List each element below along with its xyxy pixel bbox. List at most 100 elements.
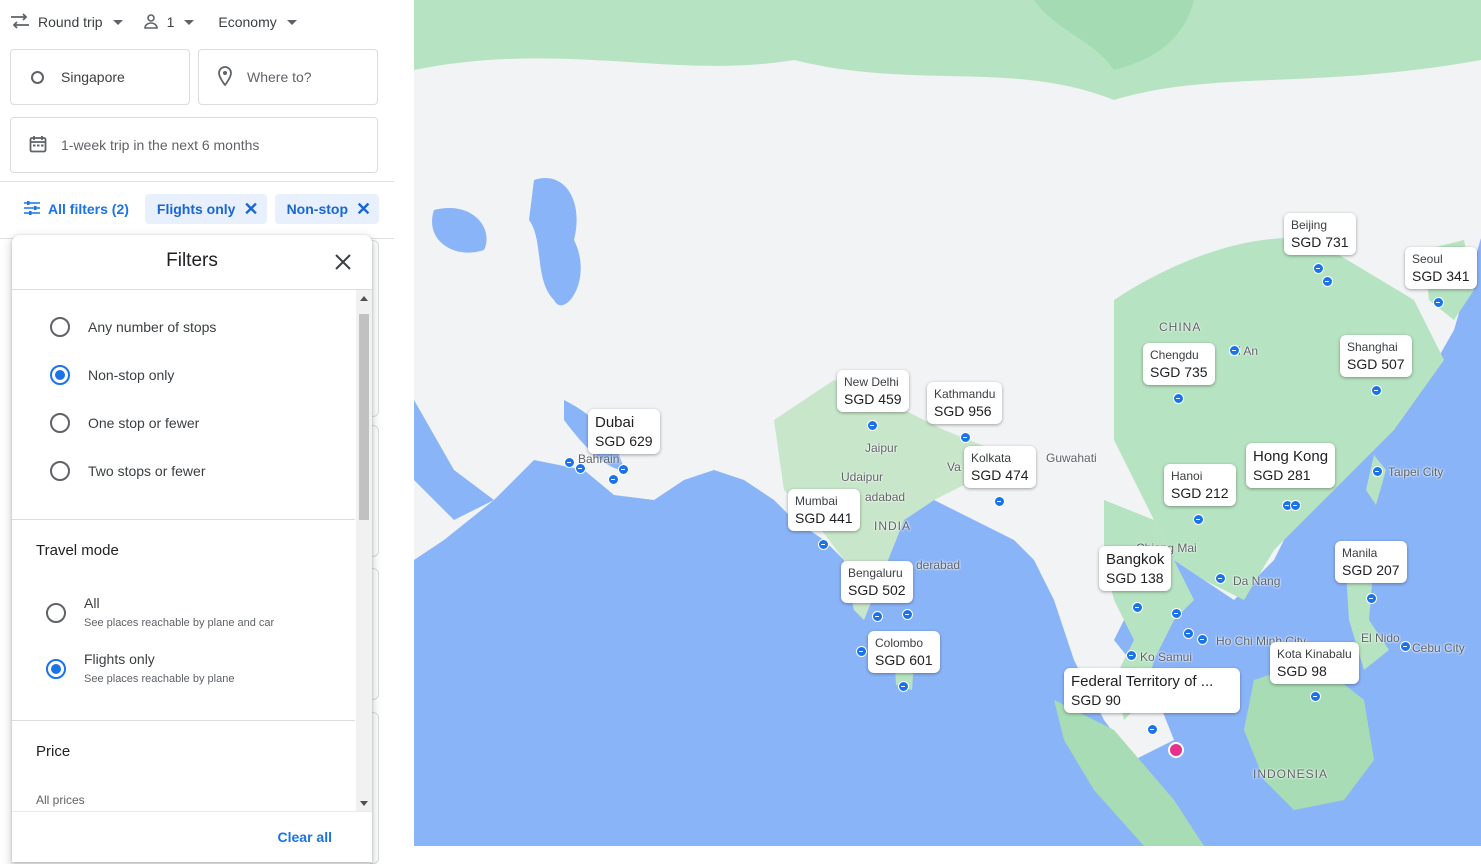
destination-city: Kolkata (971, 451, 1012, 465)
destination-card-federal-territory[interactable]: Federal Territory of ... SGD 90 (1064, 668, 1240, 713)
radio-button[interactable] (50, 461, 70, 481)
airport-pin[interactable] (1290, 500, 1301, 511)
cabin-select[interactable]: Economy (218, 14, 297, 30)
radio-button[interactable] (50, 317, 70, 337)
chip-non-stop[interactable]: Non-stop ✕ (274, 194, 380, 224)
destination-card-colombo[interactable]: Colombo SGD 601 (868, 631, 940, 673)
airport-pin[interactable] (902, 609, 913, 620)
close-icon[interactable]: ✕ (356, 200, 371, 218)
destination-card-new-delhi[interactable]: New Delhi SGD 459 (837, 370, 909, 412)
airport-pin[interactable] (1197, 634, 1208, 645)
destination-price: SGD 956 (934, 403, 992, 419)
destination-price: SGD 281 (1253, 467, 1311, 483)
airport-pin[interactable] (1173, 393, 1184, 404)
travel-mode-option-flights-only[interactable]: Flights only See places reachable by pla… (46, 651, 234, 685)
airport-pin[interactable] (960, 432, 971, 443)
airport-pin[interactable] (564, 457, 575, 468)
destination-card-kota-kinabalu[interactable]: Kota Kinabalu SGD 98 (1270, 642, 1359, 684)
radio-button-selected[interactable] (46, 659, 66, 679)
destination-placeholder: Where to? (247, 69, 312, 85)
stops-option-non-stop[interactable]: Non-stop only (50, 365, 174, 385)
destination-card-bangkok[interactable]: Bangkok SGD 138 (1099, 546, 1172, 591)
origin-field[interactable]: Singapore (10, 49, 190, 105)
airport-pin[interactable] (1400, 641, 1411, 652)
close-icon[interactable]: ✕ (243, 200, 258, 218)
airport-pin[interactable] (1313, 263, 1324, 274)
airport-pin[interactable] (1366, 593, 1377, 604)
airport-pin[interactable] (1229, 345, 1240, 356)
airport-pin[interactable] (1126, 650, 1137, 661)
tune-icon (24, 200, 40, 218)
destination-card-mumbai[interactable]: Mumbai SGD 441 (788, 489, 860, 531)
destination-price: SGD 212 (1171, 485, 1229, 501)
stops-option-label: One stop or fewer (88, 415, 200, 431)
destination-price: SGD 601 (875, 652, 933, 668)
destination-card-bengaluru[interactable]: Bengaluru SGD 502 (841, 561, 913, 603)
destination-price: SGD 441 (795, 510, 853, 526)
destination-card-kathmandu[interactable]: Kathmandu SGD 956 (927, 382, 1003, 424)
airport-pin[interactable] (898, 681, 909, 692)
airport-pin[interactable] (856, 646, 867, 657)
close-icon[interactable] (332, 251, 354, 273)
destination-card-shanghai[interactable]: Shanghai SGD 507 (1340, 335, 1412, 377)
radio-button[interactable] (50, 413, 70, 433)
trip-type-select[interactable]: Round trip (10, 12, 123, 32)
travel-mode-label: All (84, 595, 100, 611)
destination-card-hanoi[interactable]: Hanoi SGD 212 (1164, 464, 1236, 506)
chip-flights-only[interactable]: Flights only ✕ (144, 194, 267, 224)
destination-card-kolkata[interactable]: Kolkata SGD 474 (964, 446, 1036, 488)
radio-button[interactable] (46, 603, 66, 623)
destination-card-hong-kong[interactable]: Hong Kong SGD 281 (1246, 443, 1336, 488)
radio-button-selected[interactable] (50, 365, 70, 385)
destination-city: Hong Kong (1253, 448, 1329, 465)
stops-option-one-stop[interactable]: One stop or fewer (50, 413, 199, 433)
filters-scrollbar[interactable] (356, 290, 372, 812)
airport-pin[interactable] (1433, 297, 1444, 308)
stops-option-two-stops[interactable]: Two stops or fewer (50, 461, 206, 481)
airport-pin[interactable] (1310, 691, 1321, 702)
destination-price: SGD 207 (1342, 562, 1400, 578)
airport-pin[interactable] (575, 463, 586, 474)
airport-pin[interactable] (994, 496, 1005, 507)
airport-pin[interactable] (1132, 602, 1143, 613)
divider (12, 519, 355, 520)
all-filters-button[interactable]: All filters (2) (10, 195, 137, 224)
trip-type-label: Round trip (38, 14, 103, 30)
clear-all-button[interactable]: Clear all (278, 829, 332, 845)
airport-pin[interactable] (1322, 276, 1333, 287)
destination-card-dubai[interactable]: Dubai SGD 629 (588, 409, 660, 454)
passenger-select[interactable]: 1 (143, 13, 195, 32)
airport-pin[interactable] (608, 474, 619, 485)
travel-mode-label: Flights only (84, 651, 155, 667)
airport-pin[interactable] (1371, 385, 1382, 396)
airport-pin[interactable] (818, 539, 829, 550)
airport-pin[interactable] (872, 611, 883, 622)
travel-mode-option-all[interactable]: All See places reachable by plane and ca… (46, 595, 274, 629)
explore-map[interactable]: CHINA INDIA INDONESIA Xi An Jaipur Udaip… (414, 0, 1481, 846)
airport-pin[interactable] (618, 464, 629, 475)
date-field[interactable]: 1-week trip in the next 6 months (10, 117, 378, 173)
airport-pin[interactable] (1147, 724, 1158, 735)
destination-card-manila[interactable]: Manila SGD 207 (1335, 541, 1407, 583)
airport-pin[interactable] (1183, 628, 1194, 639)
airport-pin[interactable] (1193, 514, 1204, 525)
airport-pin[interactable] (867, 420, 878, 431)
passenger-count: 1 (166, 14, 175, 30)
place-label: El Nido (1361, 631, 1400, 645)
origin-marker[interactable] (1168, 742, 1184, 758)
scroll-up-icon[interactable] (360, 296, 368, 301)
airport-pin[interactable] (1215, 573, 1226, 584)
scrollbar-thumb[interactable] (359, 314, 369, 520)
stops-option-any[interactable]: Any number of stops (50, 317, 216, 337)
destination-card-chengdu[interactable]: Chengdu SGD 735 (1143, 343, 1215, 385)
airport-pin[interactable] (1372, 466, 1383, 477)
destination-field[interactable]: Where to? (198, 49, 378, 105)
date-value: 1-week trip in the next 6 months (61, 137, 260, 153)
scroll-down-icon[interactable] (360, 801, 368, 806)
destination-card-beijing[interactable]: Beijing SGD 731 (1284, 213, 1356, 255)
place-label: derabad (916, 558, 961, 572)
destination-city: Beijing (1291, 218, 1328, 232)
airport-pin[interactable] (1171, 608, 1182, 619)
place-label: adabad (865, 490, 906, 504)
destination-card-seoul[interactable]: Seoul SGD 341 (1405, 247, 1477, 289)
